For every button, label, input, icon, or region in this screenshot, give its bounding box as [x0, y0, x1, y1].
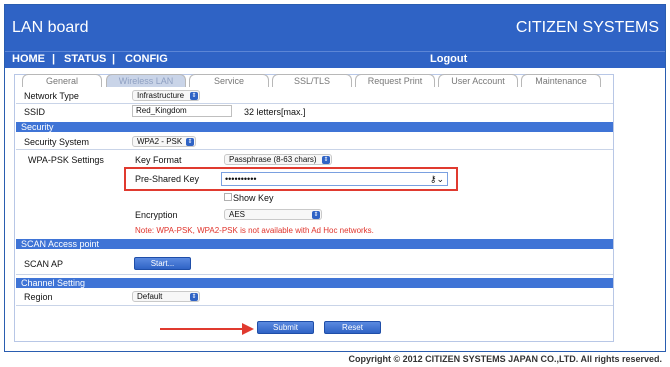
- nav-logout[interactable]: Logout: [430, 53, 467, 65]
- tab-maintenance[interactable]: Maintenance: [521, 74, 601, 87]
- chevron-updown-icon: ⇕: [322, 156, 330, 164]
- tab-wireless-lan[interactable]: Wireless LAN: [106, 74, 186, 87]
- nav-home[interactable]: HOME: [12, 53, 45, 65]
- section-security: Security: [16, 122, 613, 132]
- tab-service[interactable]: Service: [189, 74, 269, 87]
- tab-user-account[interactable]: User Account: [438, 74, 518, 87]
- title-bar: LAN board CITIZEN SYSTEMS: [5, 5, 665, 51]
- nav-separator: |: [112, 53, 116, 65]
- region-label: Region: [24, 292, 53, 302]
- tab-bar: General Wireless LAN Service SSL/TLS Req…: [16, 74, 616, 87]
- row-divider: [16, 103, 613, 104]
- row-divider: [16, 149, 613, 150]
- chevron-updown-icon: ⇕: [190, 92, 198, 100]
- copyright-footer: Copyright © 2012 CITIZEN SYSTEMS JAPAN C…: [348, 354, 662, 364]
- network-type-label: Network Type: [24, 91, 79, 101]
- chevron-updown-icon: ⇕: [312, 211, 320, 219]
- chevron-updown-icon: ⇕: [186, 138, 194, 146]
- section-scan: SCAN Access point: [16, 239, 613, 249]
- app-title: LAN board: [12, 19, 89, 36]
- wpa-note: Note: WPA-PSK, WPA2-PSK is not available…: [135, 226, 374, 235]
- psk-value: ••••••••••: [225, 174, 257, 184]
- chevron-updown-icon: ⇕: [190, 293, 198, 301]
- psk-label: Pre-Shared Key: [135, 174, 200, 184]
- show-key-checkbox[interactable]: [224, 193, 232, 201]
- security-system-select[interactable]: WPA2 - PSK ⇕: [132, 136, 196, 147]
- region-value: Default: [137, 292, 163, 301]
- network-type-select[interactable]: Infrastructure ⇕: [132, 90, 200, 101]
- key-format-select[interactable]: Passphrase (8-63 chars) ⇕: [224, 154, 332, 165]
- network-type-value: Infrastructure: [137, 91, 185, 100]
- encryption-value: AES: [229, 210, 246, 219]
- ssid-input[interactable]: Red_Kingdom: [132, 105, 232, 117]
- nav-status[interactable]: STATUS: [64, 53, 106, 65]
- tab-general[interactable]: General: [22, 74, 102, 87]
- wpa-psk-settings-label: WPA-PSK Settings: [28, 155, 104, 165]
- encryption-select[interactable]: AES ⇕: [224, 209, 322, 220]
- nav-config[interactable]: CONFIG: [125, 53, 168, 65]
- nav-bar: HOME | STATUS | CONFIG Logout: [5, 51, 665, 68]
- nav-separator: |: [52, 53, 56, 65]
- brand-name: CITIZEN SYSTEMS: [515, 19, 659, 36]
- key-format-label: Key Format: [135, 155, 182, 165]
- encryption-label: Encryption: [135, 210, 178, 220]
- security-system-label: Security System: [24, 137, 90, 147]
- section-channel: Channel Setting: [16, 278, 613, 288]
- row-divider: [16, 305, 613, 306]
- scan-start-button[interactable]: Start...: [134, 257, 191, 270]
- row-divider: [16, 274, 613, 275]
- key-icon[interactable]: ⚷⌄: [430, 173, 444, 185]
- ssid-label: SSID: [24, 107, 46, 117]
- ssid-hint: 32 letters[max.]: [244, 107, 306, 117]
- security-system-value: WPA2 - PSK: [137, 137, 183, 146]
- tab-request-print[interactable]: Request Print: [355, 74, 435, 87]
- reset-button[interactable]: Reset: [324, 321, 381, 334]
- red-arrow-icon: [160, 323, 254, 335]
- scan-ap-label: SCAN AP: [24, 259, 64, 269]
- key-format-value: Passphrase (8-63 chars): [229, 155, 317, 164]
- region-select[interactable]: Default ⇕: [132, 291, 200, 302]
- psk-input[interactable]: •••••••••• ⚷⌄: [221, 172, 448, 186]
- submit-button[interactable]: Submit: [257, 321, 314, 334]
- content-panel: [14, 74, 614, 342]
- tab-ssl-tls[interactable]: SSL/TLS: [272, 74, 352, 87]
- show-key-label: Show Key: [233, 193, 274, 203]
